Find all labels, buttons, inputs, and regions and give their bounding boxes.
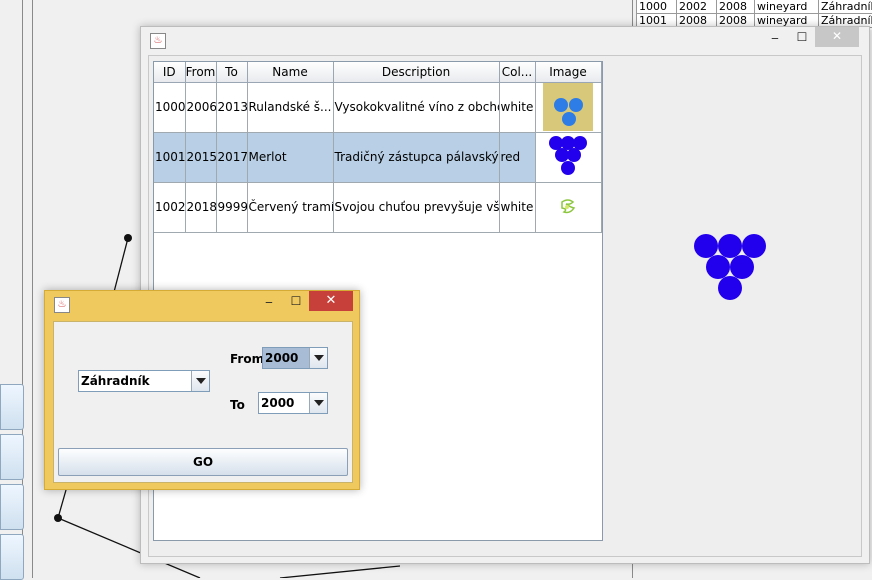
grape-cluster-icon — [694, 234, 766, 300]
to-label: To — [230, 398, 245, 412]
cell-id: 1001 — [154, 132, 186, 183]
table-row[interactable]: 1002 2018 9999 Červený tramín Svojou chu… — [154, 182, 602, 233]
grape-berries-icon — [543, 83, 593, 131]
owner-combo[interactable]: Záhradník — [78, 370, 210, 392]
bg-cell: 1000 — [637, 0, 677, 14]
to-year-combo[interactable]: 2000 — [258, 392, 328, 414]
from-year-value: 2000 — [263, 348, 309, 368]
column-header-to[interactable]: To — [216, 62, 248, 83]
minimize-button[interactable]: ‒ — [765, 29, 785, 49]
grape-leaf-icon — [561, 199, 576, 214]
side-toolbar-button[interactable] — [0, 534, 24, 580]
go-button[interactable]: GO — [58, 448, 348, 476]
from-year-combo[interactable]: 2000 — [262, 347, 328, 369]
chevron-down-icon[interactable] — [309, 393, 327, 413]
column-header-color[interactable]: Col... — [499, 62, 536, 83]
dialog-close-button[interactable]: ✕ — [309, 291, 353, 311]
bg-cell: Záhradník — [819, 0, 872, 14]
bg-cell: 2008 — [717, 0, 755, 14]
column-header-name[interactable]: Name — [247, 62, 334, 83]
grape-cluster-icon — [549, 136, 587, 175]
cell-id: 1000 — [154, 82, 186, 133]
cell-color: white — [499, 82, 536, 133]
cell-id: 1002 — [154, 182, 186, 233]
cell-to: 2013 — [216, 82, 248, 133]
side-toolbar-button[interactable] — [0, 484, 24, 530]
side-toolbar-button[interactable] — [0, 384, 24, 430]
owner-combo-value: Záhradník — [81, 374, 150, 388]
column-header-image[interactable]: Image — [535, 62, 602, 83]
cell-to: 9999 — [216, 182, 248, 233]
dialog-minimize-button[interactable]: ‒ — [259, 293, 279, 313]
bg-cell: 2002 — [677, 0, 717, 14]
maximize-button[interactable]: ☐ — [791, 28, 813, 48]
cell-description: Tradičný zástupca pálavskýc... — [333, 132, 500, 183]
graph-node[interactable] — [124, 234, 132, 242]
cell-description: Vysokokvalitné víno z obcho... — [333, 82, 500, 133]
side-toolbar-button[interactable] — [0, 434, 24, 480]
wine-image-preview — [693, 233, 769, 304]
cell-name: Červený tramín — [247, 182, 334, 233]
table-header: ID From To Name Description Col... Image — [154, 62, 602, 83]
bg-cell: wineyard — [755, 0, 819, 14]
cell-from: 2018 — [185, 182, 217, 233]
column-header-description[interactable]: Description — [333, 62, 500, 83]
from-label: From — [230, 352, 265, 366]
to-year-value: 2000 — [261, 396, 295, 410]
title-bar[interactable]: ♨ ‒ ☐ ✕ — [141, 27, 869, 55]
close-button[interactable]: ✕ — [815, 27, 859, 47]
dialog-title-bar[interactable]: ♨ ‒ ☐ ✕ — [45, 291, 359, 317]
cell-to: 2017 — [216, 132, 248, 183]
cell-description: Svojou chuťou prevyšuje vš... — [333, 182, 500, 233]
cell-image — [535, 82, 602, 133]
cell-name: Merlot — [247, 132, 334, 183]
table-row-selected[interactable]: 1001 2015 2017 Merlot Tradičný zástupca … — [154, 132, 602, 183]
cell-from: 2006 — [185, 82, 217, 133]
java-icon: ♨ — [54, 297, 70, 313]
graph-node[interactable] — [54, 514, 62, 522]
dialog-maximize-button[interactable]: ☐ — [285, 292, 307, 312]
cell-name: Rulandské š... — [247, 82, 334, 133]
filter-dialog: ♨ ‒ ☐ ✕ Záhradník From 2000 To 2000 GO — [44, 290, 360, 490]
cell-image — [535, 132, 602, 183]
column-header-id[interactable]: ID — [154, 62, 186, 83]
column-header-from[interactable]: From — [185, 62, 217, 83]
table-row[interactable]: 1000 2006 2013 Rulandské š... Vysokokval… — [154, 82, 602, 133]
background-table-row: 1000 2002 2008 wineyard Záhradník — [637, 0, 872, 14]
chevron-down-icon[interactable] — [309, 348, 327, 368]
chevron-down-icon[interactable] — [191, 371, 209, 391]
cell-color: red — [499, 132, 536, 183]
cell-image — [535, 182, 602, 233]
cell-from: 2015 — [185, 132, 217, 183]
java-icon: ♨ — [150, 33, 166, 49]
dialog-body: Záhradník From 2000 To 2000 GO — [53, 321, 353, 483]
cell-color: white — [499, 182, 536, 233]
